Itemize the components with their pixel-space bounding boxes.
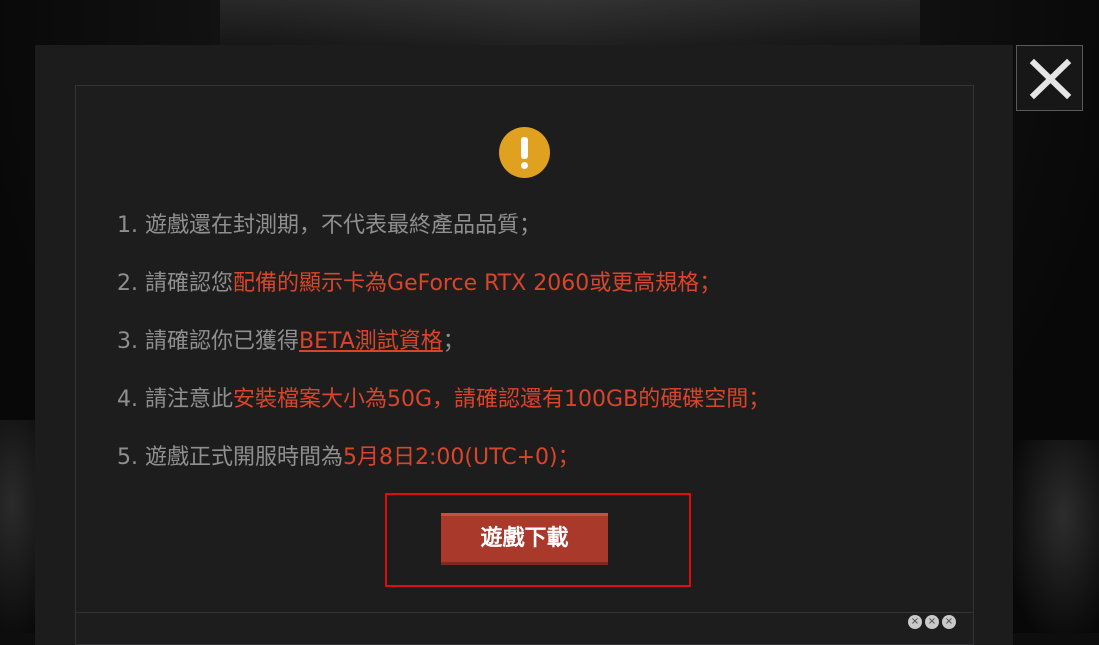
close-button[interactable] [1016,45,1083,111]
backdrop-artwork-top [220,0,920,46]
notice-item-3: 3. 請確認你已獲得BETA測試資格； [117,327,465,357]
warning-icon [499,127,550,178]
dialog-footer-divider [75,612,974,613]
notice-text: 遊戲還在封測期，不代表最終產品品質； [145,213,542,238]
notice-number: 1. [117,213,138,238]
notice-item-5: 5. 遊戲正式開服時間為5月8日2:00(UTC+0)； [117,443,580,473]
notice-number: 3. [117,329,138,354]
beta-qualification-link[interactable]: BETA測試資格 [299,329,443,354]
notice-item-1: 1. 遊戲還在封測期，不代表最終產品品質； [117,211,541,241]
notice-tail: ； [442,329,465,354]
notice-highlight: 安裝檔案大小為50G，請確認還有100GB的硬碟空間； [233,387,771,412]
notice-highlight: 5月8日2:00(UTC+0)； [343,445,580,470]
ad-close-icon[interactable]: × [925,615,939,629]
notice-number: 2. [117,271,138,296]
notice-text: 遊戲正式開服時間為 [145,445,344,470]
ad-close-icon[interactable]: × [908,615,922,629]
notice-item-4: 4. 請注意此安裝檔案大小為50G，請確認還有100GB的硬碟空間； [117,385,770,415]
notice-text: 請確認你已獲得 [145,329,300,354]
notice-text: 請注意此 [145,387,234,412]
notice-number: 4. [117,387,138,412]
game-download-button[interactable]: 遊戲下載 [441,513,608,565]
close-icon [1029,58,1072,100]
notice-item-2: 2. 請確認您配備的顯示卡為GeForce RTX 2060或更高規格； [117,269,721,299]
ad-controls: × × × [908,615,958,629]
notice-highlight: 配備的顯示卡為GeForce RTX 2060或更高規格； [233,271,722,296]
ad-close-icon[interactable]: × [942,615,956,629]
notice-number: 5. [117,445,138,470]
backdrop-artwork-right [1010,440,1099,633]
notice-text: 請確認您 [145,271,234,296]
